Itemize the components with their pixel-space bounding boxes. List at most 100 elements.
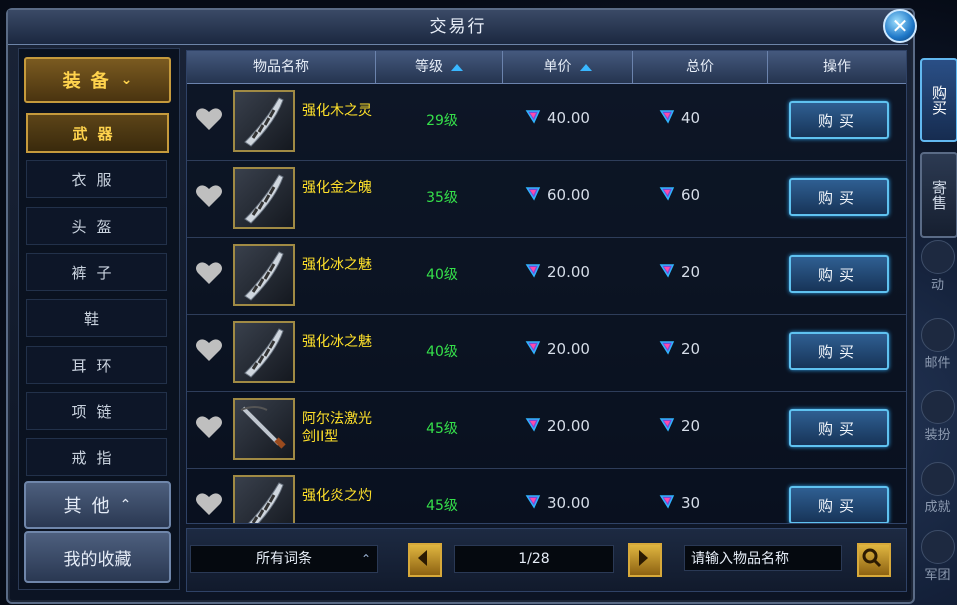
favorite-heart-icon[interactable]	[195, 414, 223, 440]
side-menu-button[interactable]: 军团	[918, 530, 957, 586]
total-price: 30	[659, 493, 700, 513]
tab-buy-label: 购买	[930, 85, 948, 115]
unit-price: 20.00	[525, 262, 590, 282]
side-menu-label: 动	[930, 278, 944, 293]
header-unit-price[interactable]: 单价	[503, 51, 633, 83]
category-item[interactable]: 衣服	[26, 160, 167, 198]
diamond-currency-icon	[659, 416, 681, 436]
table-header: 物品名称 等级 单价 总价 操作	[187, 51, 906, 84]
my-favorites-button[interactable]: 我的收藏	[24, 531, 171, 583]
diamond-currency-icon	[525, 108, 547, 128]
close-icon: ✕	[891, 14, 909, 38]
item-level: 45级	[426, 498, 458, 514]
filter-dropdown[interactable]: 所有词条 ⌃	[190, 545, 378, 573]
tab-consign[interactable]: 寄售	[920, 152, 957, 238]
prev-page-button[interactable]	[408, 543, 442, 577]
total-price: 20	[659, 262, 700, 282]
buy-button[interactable]: 购买	[789, 255, 889, 293]
side-menu-label: 成就	[924, 500, 951, 515]
category-item[interactable]: 武器	[26, 113, 169, 153]
diamond-currency-icon	[659, 339, 681, 359]
header-total-price: 总价	[633, 51, 768, 83]
favorite-heart-icon[interactable]	[195, 337, 223, 363]
next-page-button[interactable]	[628, 543, 662, 577]
item-name: 强化金之魄	[302, 180, 372, 196]
diamond-currency-icon	[525, 185, 547, 205]
favorite-heart-icon[interactable]	[195, 106, 223, 132]
tab-buy[interactable]: 购买	[920, 58, 957, 142]
item-name: 强化冰之魅	[302, 257, 372, 273]
category-item[interactable]: 戒指	[26, 438, 167, 476]
table-row: 阿尔法激光剑II型 45级 20.00 20 购买	[187, 392, 906, 469]
arrow-left-icon	[418, 550, 427, 566]
item-level: 40级	[426, 344, 458, 360]
search-input[interactable]: 请输入物品名称	[684, 545, 842, 571]
diamond-currency-icon	[659, 493, 681, 513]
diamond-currency-icon	[525, 416, 547, 436]
chevron-up-icon: ⌃	[360, 552, 371, 566]
favorite-heart-icon[interactable]	[195, 491, 223, 517]
item-icon[interactable]	[233, 244, 295, 306]
buy-button[interactable]: 购买	[789, 332, 889, 370]
buy-button[interactable]: 购买	[789, 178, 889, 216]
diamond-currency-icon	[525, 493, 547, 513]
item-icon[interactable]	[233, 90, 295, 152]
category-item[interactable]: 裤子	[26, 253, 167, 291]
diamond-currency-icon	[525, 339, 547, 359]
item-level: 40级	[426, 267, 458, 283]
header-action: 操作	[823, 59, 851, 75]
search-button[interactable]	[857, 543, 891, 577]
unit-price: 20.00	[525, 416, 590, 436]
buy-button[interactable]: 购买	[789, 486, 889, 523]
item-icon[interactable]	[233, 321, 295, 383]
side-menu-label: 装扮	[924, 428, 951, 443]
item-table: 物品名称 等级 单价 总价 操作 强化木之灵 29级 40.00 40 购买 强化金之魄 3…	[186, 50, 907, 524]
unit-price: 20.00	[525, 339, 590, 359]
total-price: 40	[659, 108, 700, 128]
arrow-right-icon	[639, 550, 648, 566]
header-level[interactable]: 等级	[376, 51, 503, 83]
page-indicator: 1/28	[454, 545, 614, 573]
item-icon[interactable]	[233, 167, 295, 229]
unit-price: 30.00	[525, 493, 590, 513]
category-equipment-header[interactable]: 装备 ⌄	[24, 57, 171, 103]
category-item[interactable]: 耳环	[26, 346, 167, 384]
buy-button[interactable]: 购买	[789, 101, 889, 139]
menu-icon	[920, 462, 955, 496]
total-price: 60	[659, 185, 700, 205]
diamond-currency-icon	[659, 108, 681, 128]
header-item-name: 物品名称	[187, 51, 376, 83]
item-icon[interactable]	[233, 398, 295, 460]
menu-icon	[920, 240, 955, 274]
buy-button[interactable]: 购买	[789, 409, 889, 447]
favorite-heart-icon[interactable]	[195, 260, 223, 286]
item-name: 强化冰之魅	[302, 334, 372, 350]
category-other-button[interactable]: 其他 ⌃	[24, 481, 171, 529]
side-menu-button[interactable]: 邮件	[918, 318, 957, 374]
category-item[interactable]: 项链	[26, 392, 167, 430]
category-item[interactable]: 鞋	[26, 299, 167, 337]
item-level: 45级	[426, 421, 458, 437]
side-menu-label: 军团	[924, 568, 951, 583]
diamond-currency-icon	[659, 185, 681, 205]
filter-value: 所有词条	[256, 551, 312, 567]
side-menu-button[interactable]: 装扮	[918, 390, 957, 446]
side-menu-button[interactable]: 动	[918, 240, 957, 296]
chevron-up-icon: ⌃	[119, 497, 132, 513]
menu-icon	[920, 530, 955, 564]
chevron-down-icon: ⌄	[120, 72, 133, 88]
item-level: 29级	[426, 113, 458, 129]
table-row: 强化炎之灼 45级 30.00 30 购买	[187, 469, 906, 523]
other-label: 其他	[63, 496, 120, 517]
table-row: 强化冰之魅 40级 20.00 20 购买	[187, 238, 906, 315]
diamond-currency-icon	[659, 262, 681, 282]
close-button[interactable]: ✕	[883, 9, 917, 43]
item-name: 强化木之灵	[302, 103, 372, 119]
category-item[interactable]: 头盔	[26, 207, 167, 245]
favorite-heart-icon[interactable]	[195, 183, 223, 209]
item-icon[interactable]	[233, 475, 295, 523]
search-icon	[862, 548, 882, 568]
side-menu-button[interactable]: 成就	[918, 462, 957, 518]
tab-consign-label: 寄售	[930, 180, 948, 210]
diamond-currency-icon	[525, 262, 547, 282]
